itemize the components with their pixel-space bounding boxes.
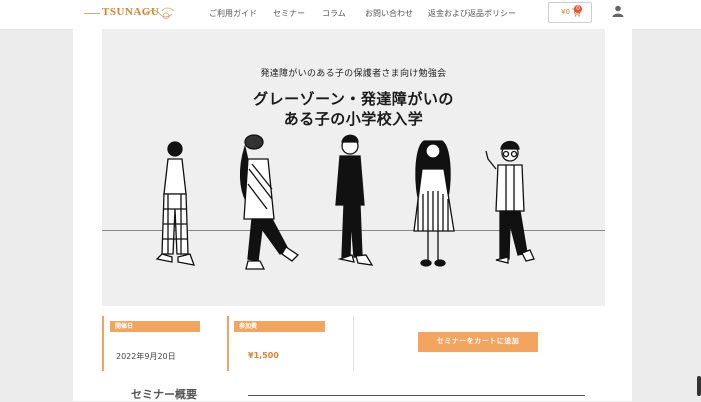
section-title: セミナー概要: [131, 388, 197, 401]
cart-amount: ¥0: [561, 8, 570, 16]
date-tag: 開催日: [110, 321, 200, 332]
nav-column[interactable]: コラム: [322, 8, 346, 19]
logo-line-left: [84, 13, 100, 14]
cart-button[interactable]: ¥0 0: [548, 2, 592, 23]
child-figure-5: [485, 140, 535, 264]
info-divider: [353, 316, 354, 371]
child-figure-3: [335, 134, 374, 266]
date-card-accent: [102, 316, 104, 371]
children-illustration: [155, 134, 535, 270]
nav-seminar[interactable]: セミナー: [273, 8, 305, 19]
fee-card-accent: [227, 316, 229, 371]
tsunagu-logo[interactable]: TSUNAGU: [84, 3, 179, 23]
child-figure-4: [413, 140, 455, 267]
fee-value: ¥1,500: [248, 351, 279, 360]
user-icon[interactable]: [612, 5, 624, 17]
cart-count-badge: 0: [574, 5, 582, 13]
fee-tag: 参加費: [234, 321, 325, 332]
section-underline: [248, 395, 585, 396]
logo-swirl-icon: [143, 7, 175, 20]
scrollbar-thumb[interactable]: [697, 376, 701, 396]
child-figure-1: [155, 141, 196, 266]
child-figure-2: [239, 134, 300, 270]
site-header: TSUNAGU ご利用ガイド セミナー コラム お問い合わせ 返金および返品ポリ…: [0, 0, 701, 30]
hero-banner: 発達障がいのある子の保護者さま向け勉強会 グレーゾーン・発達障がいの ある子の小…: [102, 29, 605, 306]
add-to-cart-button[interactable]: セミナーをカートに追加: [418, 332, 538, 352]
nav-contact[interactable]: お問い合わせ: [365, 8, 413, 19]
date-value: 2022年9月20日: [116, 352, 176, 361]
nav-guide[interactable]: ご利用ガイド: [209, 8, 257, 19]
nav-refund-policy[interactable]: 返金および返品ポリシー: [428, 8, 516, 19]
